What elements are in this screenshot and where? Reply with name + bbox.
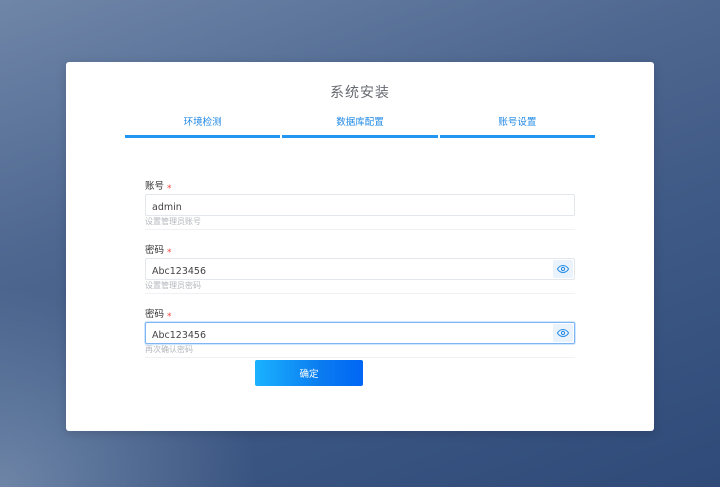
step-database-config[interactable]: 数据库配置 — [282, 112, 438, 138]
required-mark: * — [167, 248, 172, 258]
account-hint: 设置管理员账号 — [145, 216, 575, 230]
account-input-wrapper — [145, 194, 575, 218]
install-card: 系统安装 环境检测 数据库配置 账号设置 账号* 设置管理员账号 密码* — [66, 62, 654, 431]
password-field: 密码* 设置管理员密码 — [145, 244, 575, 294]
confirm-password-field: 密码* 再次确认密码 — [145, 308, 575, 358]
confirm-password-label: 密码 * — [145, 309, 172, 322]
password-label: 密码 * — [145, 245, 172, 258]
confirm-password-input-wrapper — [145, 322, 575, 346]
confirm-button[interactable]: 确定 — [255, 360, 363, 386]
required-mark: * — [167, 312, 172, 322]
step-indicator: 环境检测 数据库配置 账号设置 — [125, 112, 595, 138]
page-title: 系统安装 — [330, 85, 390, 101]
password-input[interactable] — [146, 261, 574, 282]
password-hint: 设置管理员密码 — [145, 280, 575, 294]
confirm-password-input[interactable] — [146, 325, 574, 346]
step-environment-check[interactable]: 环境检测 — [125, 112, 281, 138]
password-input-wrapper — [145, 258, 575, 282]
account-form: 账号* 设置管理员账号 密码* 设置管理员密码 — [145, 180, 575, 372]
eye-icon[interactable] — [553, 324, 573, 342]
confirm-password-hint: 再次确认密码 — [145, 344, 575, 358]
required-mark: * — [167, 184, 172, 194]
account-label: 账号 * — [145, 181, 172, 194]
account-input[interactable] — [146, 197, 574, 218]
account-field: 账号* 设置管理员账号 — [145, 180, 575, 230]
step-account-settings[interactable]: 账号设置 — [439, 112, 595, 138]
eye-icon[interactable] — [553, 260, 573, 278]
